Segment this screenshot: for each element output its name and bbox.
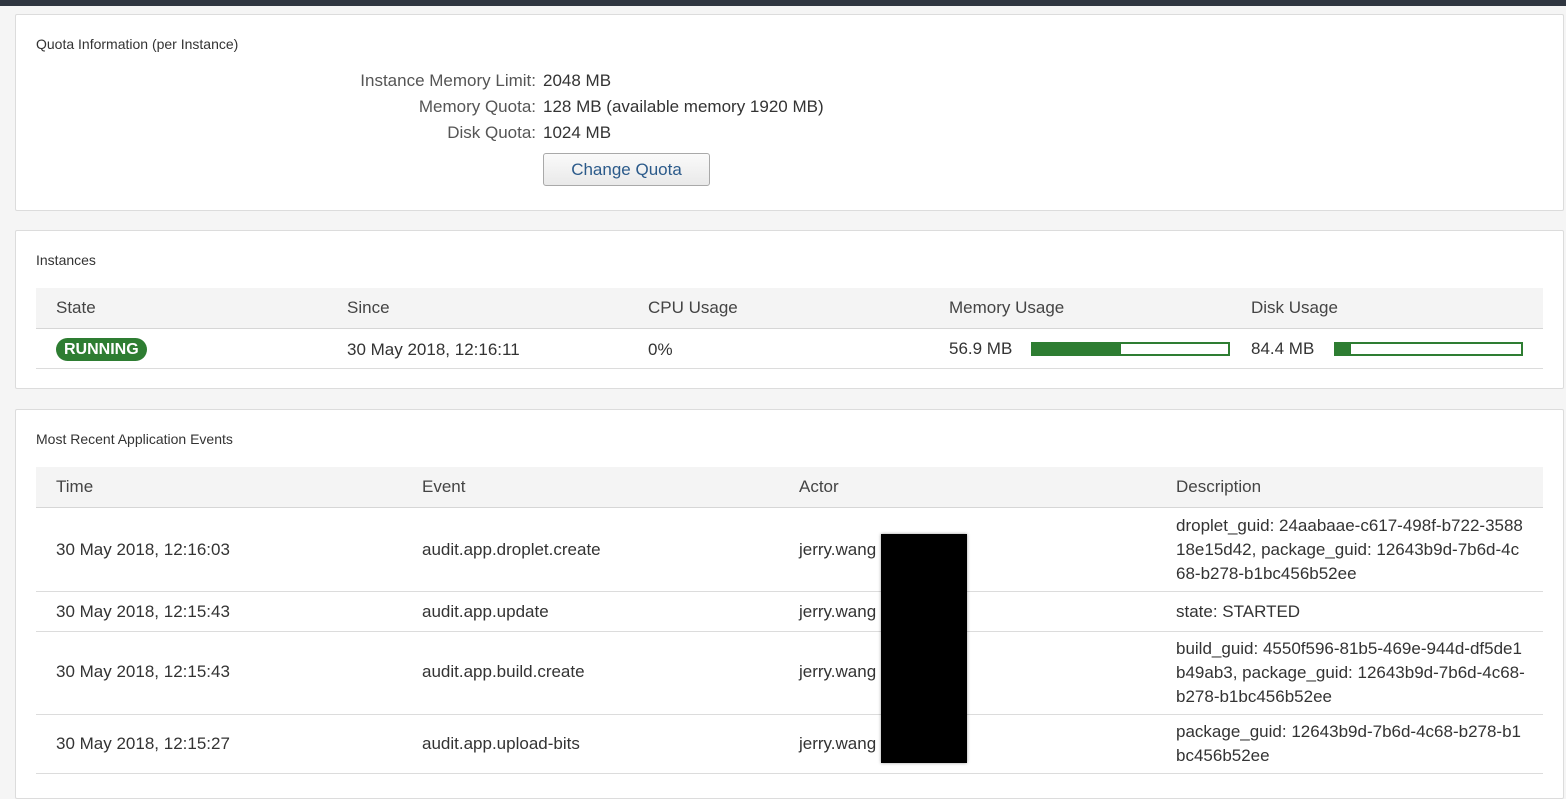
quota-panel-title: Quota Information (per Instance) bbox=[36, 36, 239, 52]
event-type: audit.app.upload-bits bbox=[422, 734, 580, 753]
memory-usage-bar bbox=[1031, 342, 1230, 356]
column-header-since[interactable]: Since bbox=[347, 298, 390, 318]
status-badge: RUNNING bbox=[56, 338, 147, 361]
column-header-time[interactable]: Time bbox=[56, 477, 93, 497]
instance-memory-limit-value: 2048 MB bbox=[543, 71, 612, 90]
memory-quota-row: Memory Quota: 128 MB (available memory 1… bbox=[16, 97, 916, 121]
event-time: 30 May 2018, 12:15:43 bbox=[56, 602, 230, 621]
instances-panel-title: Instances bbox=[36, 252, 96, 268]
instance-disk-usage: 84.4 MB bbox=[1251, 339, 1315, 358]
column-header-description[interactable]: Description bbox=[1176, 477, 1261, 497]
column-header-actor[interactable]: Actor bbox=[799, 477, 839, 497]
disk-usage-bar-fill bbox=[1336, 344, 1351, 354]
change-quota-button[interactable]: Change Quota bbox=[543, 153, 710, 186]
instance-cpu-usage: 0% bbox=[648, 340, 673, 359]
disk-usage-bar bbox=[1334, 342, 1523, 356]
event-actor: jerry.wang bbox=[799, 602, 877, 621]
instances-panel: Instances State Since CPU Usage Memory U… bbox=[15, 230, 1564, 389]
event-actor: jerry.wang bbox=[799, 540, 877, 559]
event-description: package_guid: 12643b9d-7b6d-4c68-b278-b1… bbox=[1176, 722, 1522, 765]
disk-quota-value: 1024 MB bbox=[543, 123, 612, 142]
events-panel: Most Recent Application Events Time Even… bbox=[15, 409, 1564, 799]
event-actor: jerry.wang bbox=[799, 734, 877, 753]
table-row: 30 May 2018, 12:16:03 audit.app.droplet.… bbox=[36, 508, 1543, 592]
event-description: build_guid: 4550f596-81b5-469e-944d-df5d… bbox=[1176, 639, 1525, 706]
column-header-disk-usage[interactable]: Disk Usage bbox=[1251, 298, 1338, 318]
memory-quota-value: 128 MB (available memory 1920 MB) bbox=[543, 97, 824, 116]
column-header-state[interactable]: State bbox=[56, 298, 96, 318]
top-bar bbox=[0, 0, 1566, 6]
column-header-event[interactable]: Event bbox=[422, 477, 465, 497]
events-panel-title: Most Recent Application Events bbox=[36, 431, 233, 447]
instance-memory-limit-row: Instance Memory Limit: 2048 MB bbox=[16, 71, 916, 95]
memory-quota-label: Memory Quota: bbox=[418, 97, 536, 116]
event-actor: jerry.wang bbox=[799, 662, 877, 681]
event-type: audit.app.droplet.create bbox=[422, 540, 601, 559]
event-description: droplet_guid: 24aabaae-c617-498f-b722-35… bbox=[1176, 516, 1523, 583]
table-row: 30 May 2018, 12:15:27 audit.app.upload-b… bbox=[36, 715, 1543, 774]
table-row: 30 May 2018, 12:15:43 audit.app.build.cr… bbox=[36, 632, 1543, 715]
column-header-memory-usage[interactable]: Memory Usage bbox=[949, 298, 1064, 318]
events-table-header: Time Event Actor Description bbox=[36, 467, 1543, 508]
instance-row: RUNNING 30 May 2018, 12:16:11 0% 56.9 MB… bbox=[36, 329, 1543, 369]
memory-usage-bar-fill bbox=[1033, 344, 1121, 354]
column-header-cpu-usage[interactable]: CPU Usage bbox=[648, 298, 738, 318]
event-time: 30 May 2018, 12:15:27 bbox=[56, 734, 230, 753]
quota-panel: Quota Information (per Instance) Instanc… bbox=[15, 14, 1564, 211]
instances-table-header: State Since CPU Usage Memory Usage Disk … bbox=[36, 288, 1543, 329]
event-time: 30 May 2018, 12:16:03 bbox=[56, 540, 230, 559]
event-time: 30 May 2018, 12:15:43 bbox=[56, 662, 230, 681]
table-row: 30 May 2018, 12:15:43 audit.app.update j… bbox=[36, 592, 1543, 632]
disk-quota-row: Disk Quota: 1024 MB bbox=[16, 123, 916, 147]
redaction-box bbox=[881, 534, 967, 763]
event-type: audit.app.build.create bbox=[422, 662, 585, 681]
instance-memory-limit-label: Instance Memory Limit: bbox=[360, 71, 536, 90]
instance-memory-usage: 56.9 MB bbox=[949, 339, 1013, 358]
event-type: audit.app.update bbox=[422, 602, 549, 621]
instance-since: 30 May 2018, 12:16:11 bbox=[347, 340, 520, 359]
disk-quota-label: Disk Quota: bbox=[447, 123, 536, 142]
event-description: state: STARTED bbox=[1176, 602, 1301, 621]
